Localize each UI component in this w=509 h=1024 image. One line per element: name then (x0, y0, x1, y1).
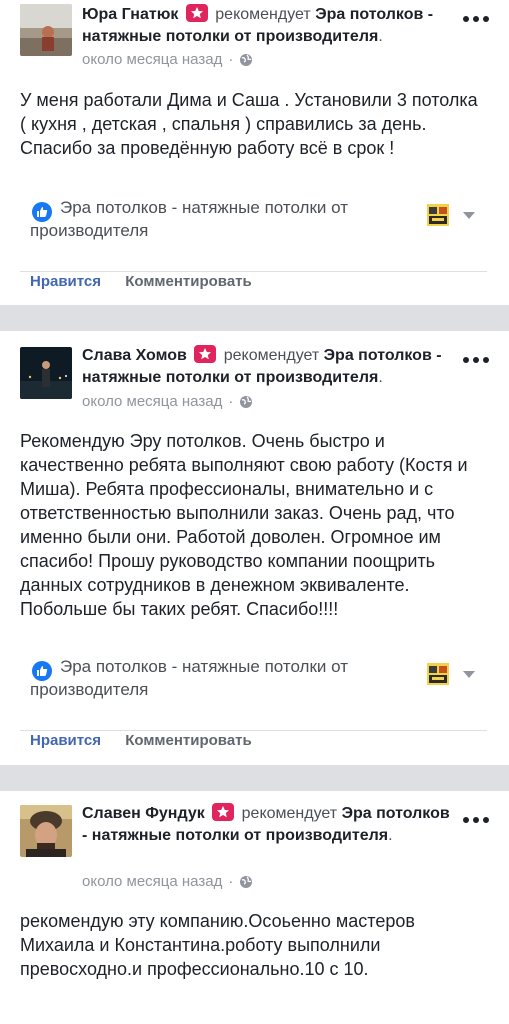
post-text: рекомендую эту компанию.Осоьенно мастеро… (20, 911, 415, 979)
separator: · (228, 393, 234, 410)
post-card: Славен Фундук рекомендует Эра потолков -… (0, 791, 509, 1024)
linked-page-title[interactable]: Эра потолков - натяжные потолки от произ… (30, 196, 417, 242)
globe-icon (240, 54, 253, 66)
chevron-down-icon[interactable] (463, 212, 475, 219)
avatar[interactable] (20, 805, 72, 857)
post-card: Слава Хомов рекомендует Эра потолков - н… (0, 331, 509, 765)
linked-page-card[interactable]: Эра потолков - натяжные потолки от произ… (20, 192, 487, 272)
timestamp-text[interactable]: около месяца назад (82, 50, 222, 70)
separator: · (228, 51, 234, 68)
star-badge-icon (194, 345, 217, 363)
star-badge-icon (212, 803, 235, 821)
post-text: Рекомендую Эру потолков. Очень быстро и … (20, 431, 468, 619)
like-button[interactable]: Нравится (30, 732, 101, 749)
post-timestamp: около месяца назад · (82, 872, 253, 892)
comment-button[interactable]: Комментировать (125, 732, 252, 749)
comment-button[interactable]: Комментировать (125, 273, 252, 290)
more-options-icon[interactable] (463, 815, 489, 825)
globe-icon (240, 396, 253, 408)
post-header: Слава Хомов рекомендует Эра потолков - н… (82, 345, 442, 386)
avatar-image (20, 347, 72, 399)
globe-icon (240, 876, 253, 888)
author-name[interactable]: Славен Фундук (82, 805, 205, 822)
post-actions: Нравится Комментировать (30, 272, 252, 292)
timestamp-text[interactable]: около месяца назад (82, 872, 222, 892)
more-options-icon[interactable] (463, 14, 489, 24)
post-timestamp: около месяца назад · (82, 50, 253, 70)
linked-page-title[interactable]: Эра потолков - натяжные потолки от произ… (30, 655, 417, 701)
recommend-verb: рекомендует (241, 805, 338, 822)
author-name[interactable]: Слава Хомов (82, 347, 187, 364)
like-button[interactable]: Нравится (30, 273, 101, 290)
linked-page-card[interactable]: Эра потолков - натяжные потолки от произ… (20, 651, 487, 731)
post-card: Юра Гнатюк рекомендует Эра потолков - на… (0, 0, 509, 305)
page-thumbnail (427, 663, 449, 685)
post-actions: Нравится Комментировать (30, 731, 252, 751)
avatar[interactable] (20, 347, 72, 399)
feed-separator (0, 765, 509, 791)
separator: · (228, 873, 234, 890)
author-name[interactable]: Юра Гнатюк (82, 6, 178, 23)
recommend-verb: рекомендует (223, 347, 320, 364)
star-badge-icon (185, 4, 208, 22)
avatar[interactable] (20, 4, 72, 56)
post-timestamp: около месяца назад · (82, 392, 253, 412)
post-header: Славен Фундук рекомендует Эра потолков -… (82, 803, 450, 844)
feed-separator (0, 305, 509, 331)
chevron-down-icon[interactable] (463, 671, 475, 678)
avatar-image (20, 4, 72, 56)
post-text: У меня работали Дима и Саша . Установили… (20, 90, 478, 158)
more-options-icon[interactable] (463, 355, 489, 365)
post-header: Юра Гнатюк рекомендует Эра потолков - на… (82, 4, 434, 45)
timestamp-text[interactable]: около месяца назад (82, 392, 222, 412)
avatar-image (20, 805, 72, 857)
page-thumbnail (427, 204, 449, 226)
recommend-verb: рекомендует (215, 6, 311, 23)
